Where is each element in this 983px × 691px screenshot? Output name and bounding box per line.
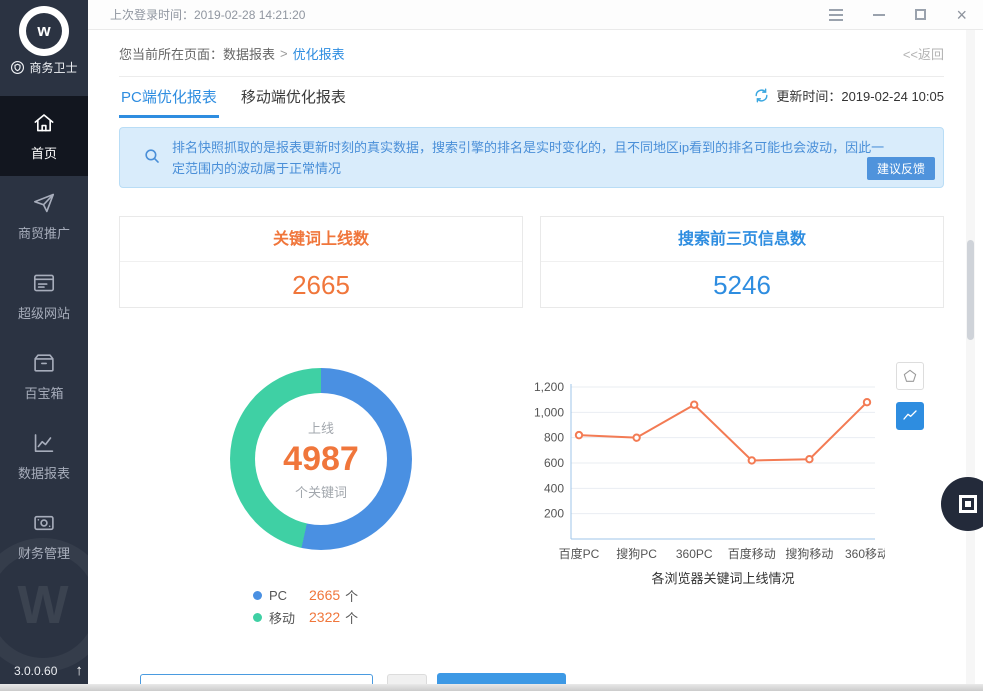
- svg-text:360移动: 360移动: [845, 547, 885, 561]
- sidebar: w 商务卫士 首页 商贸推广: [0, 0, 88, 691]
- breadcrumb: 您当前所在页面： 数据报表 > 优化报表 <<返回: [119, 44, 944, 77]
- tab-mobile-report[interactable]: 移动端优化报表: [239, 82, 348, 118]
- legend-label: PC: [269, 588, 309, 603]
- stat-card-title: 搜索前三页信息数: [541, 217, 943, 262]
- legend-value: 2322: [309, 609, 340, 625]
- svg-text:400: 400: [544, 481, 564, 495]
- sidebar-item-reports[interactable]: 数据报表: [0, 416, 88, 496]
- watermark-logo: W: [0, 538, 88, 672]
- notice-banner: 排名快照抓取的是报表更新时刻的真实数据，搜索引擎的排名是实时变化的，且不同地区i…: [119, 127, 944, 188]
- app-window: w 商务卫士 首页 商贸推广: [0, 0, 983, 691]
- breadcrumb-current: 优化报表: [293, 44, 345, 63]
- update-arrow-icon[interactable]: ↑: [75, 662, 83, 679]
- svg-text:搜狗移动: 搜狗移动: [785, 546, 833, 561]
- window-bottom-edge: [0, 684, 983, 691]
- line-chart: 200 400 600 800 1,000 1,200 百度PC 搜狗PC 360PC 百度移动搜…: [525, 378, 885, 570]
- sidebar-item-toolbox[interactable]: 百宝箱: [0, 336, 88, 416]
- sidebar-item-home[interactable]: 首页: [0, 96, 88, 176]
- svg-text:1,000: 1,000: [534, 405, 564, 419]
- qr-icon: [959, 495, 977, 513]
- legend-item-mobile[interactable]: 移动 2322 个: [253, 606, 358, 628]
- breadcrumb-separator: >: [280, 46, 288, 61]
- app-logo: w: [19, 6, 69, 56]
- breadcrumb-parent-link[interactable]: 数据报表: [223, 44, 275, 63]
- stat-card-value: 5246: [541, 262, 943, 308]
- donut-legend: PC 2665 个 移动 2322 个: [253, 584, 358, 628]
- report-tabs: PC端优化报表 移动端优化报表: [119, 82, 348, 118]
- legend-label: 移动: [269, 608, 309, 627]
- svg-text:百度PC: 百度PC: [559, 546, 600, 561]
- back-link[interactable]: <<返回: [903, 44, 944, 63]
- sidebar-item-promotion[interactable]: 商贸推广: [0, 176, 88, 256]
- sidebar-item-label: 首页: [31, 143, 57, 162]
- sidebar-item-label: 数据报表: [18, 463, 70, 482]
- scrollbar-track: [966, 30, 975, 691]
- feedback-button[interactable]: 建议反馈: [867, 157, 935, 180]
- svg-text:800: 800: [544, 431, 564, 445]
- chart-type-line-button[interactable]: [896, 402, 924, 430]
- toolbox-icon: [31, 350, 57, 376]
- brand-label: 商务卫士: [29, 59, 77, 76]
- refresh-row: 更新时间：2019-02-24 10:05: [753, 86, 944, 105]
- promotion-icon: [31, 190, 57, 216]
- finance-icon: [31, 510, 57, 536]
- sidebar-nav: 首页 商贸推广 超级网站 百宝箱: [0, 96, 88, 576]
- legend-dot-pc: [253, 591, 262, 600]
- stat-card-title: 关键词上线数: [120, 217, 522, 262]
- home-icon: [31, 110, 57, 136]
- sidebar-item-label: 百宝箱: [24, 383, 63, 402]
- website-icon: [31, 270, 57, 296]
- brand: 商务卫士: [0, 59, 88, 76]
- last-login-text: 上次登录时间：2019-02-28 14:21:20: [110, 6, 305, 23]
- svg-text:搜狗PC: 搜狗PC: [616, 546, 657, 561]
- svg-text:200: 200: [544, 507, 564, 521]
- stat-card-keywords-online: 关键词上线数 2665: [119, 216, 523, 308]
- svg-text:600: 600: [544, 456, 564, 470]
- sidebar-item-label: 超级网站: [18, 303, 70, 322]
- scrollbar-thumb[interactable]: [967, 240, 974, 340]
- pentagon-icon: [902, 368, 918, 384]
- stat-card-top3-pages: 搜索前三页信息数 5246: [540, 216, 944, 308]
- minimize-icon[interactable]: [873, 7, 885, 23]
- main-area: 上次登录时间：2019-02-28 14:21:20 × 您当前所在页面： 数据…: [88, 0, 983, 691]
- tab-pc-report[interactable]: PC端优化报表: [119, 82, 219, 118]
- report-icon: [31, 430, 57, 456]
- line-chart-icon: [902, 408, 918, 424]
- breadcrumb-prefix: 您当前所在页面：: [119, 44, 223, 63]
- stat-card-value: 2665: [120, 262, 522, 308]
- menu-icon[interactable]: [829, 7, 843, 23]
- maximize-icon[interactable]: [915, 7, 926, 23]
- sidebar-item-website[interactable]: 超级网站: [0, 256, 88, 336]
- legend-dot-mobile: [253, 613, 262, 622]
- logo-letter: w: [26, 13, 62, 49]
- donut-center-label: 上线 4987 个关键词: [255, 393, 387, 525]
- close-icon[interactable]: ×: [956, 7, 967, 23]
- donut-label-bottom: 个关键词: [295, 482, 347, 501]
- window-controls: ×: [829, 7, 983, 23]
- titlebar: 上次登录时间：2019-02-28 14:21:20 ×: [88, 0, 983, 30]
- shield-icon: [10, 60, 25, 75]
- svg-text:1,200: 1,200: [534, 380, 564, 394]
- donut-chart: 上线 4987 个关键词: [230, 368, 412, 550]
- line-chart-title: 各浏览器关键词上线情况: [571, 568, 875, 587]
- svg-text:百度移动: 百度移动: [728, 546, 776, 561]
- legend-unit: 个: [345, 586, 358, 605]
- refresh-icon[interactable]: [753, 87, 770, 104]
- legend-unit: 个: [345, 608, 358, 627]
- chart-toolbox-button[interactable]: [896, 362, 924, 390]
- legend-item-pc[interactable]: PC 2665 个: [253, 584, 358, 606]
- notice-text: 排名快照抓取的是报表更新时刻的真实数据，搜索引擎的排名是实时变化的，且不同地区i…: [172, 137, 897, 179]
- sidebar-item-label: 商贸推广: [18, 223, 70, 242]
- search-icon: [143, 147, 162, 171]
- version-row: 3.0.0.60 ↑: [14, 662, 83, 679]
- donut-label-top: 上线: [308, 418, 334, 437]
- svg-text:360PC: 360PC: [676, 547, 713, 561]
- version-label: 3.0.0.60: [14, 664, 57, 678]
- donut-total-value: 4987: [283, 440, 359, 479]
- legend-value: 2665: [309, 587, 340, 603]
- update-time-label: 更新时间：2019-02-24 10:05: [776, 86, 944, 105]
